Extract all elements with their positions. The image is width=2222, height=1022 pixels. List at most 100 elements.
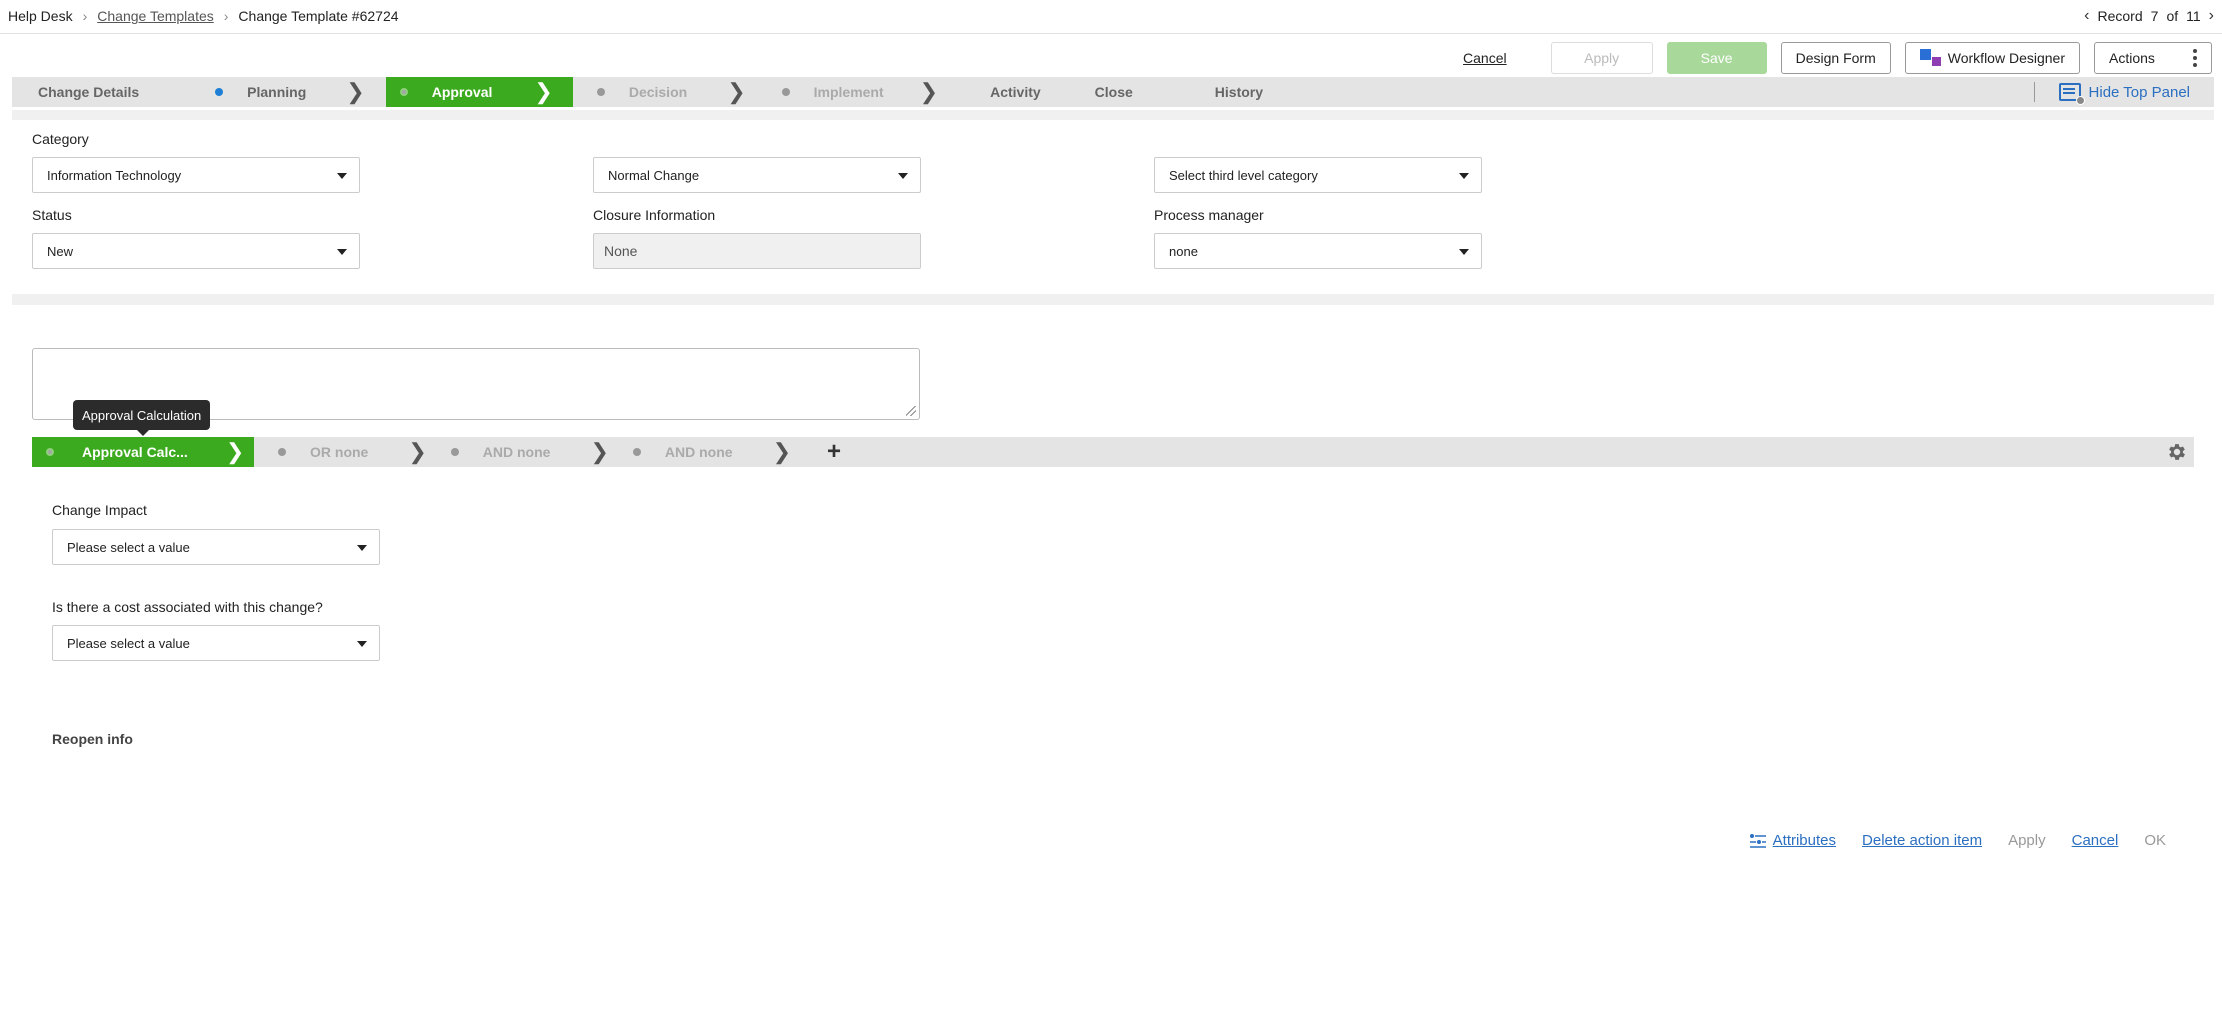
footer-ok-button[interactable]: OK <box>2144 832 2166 849</box>
chevron-right-icon: ❯ <box>346 79 365 104</box>
save-button[interactable]: Save <box>1666 42 1767 74</box>
breadcrumb: Help Desk › Change Templates › Change Te… <box>8 8 399 24</box>
tab-close[interactable]: Close <box>1041 77 1133 107</box>
previous-record-icon[interactable]: ‹ <box>2084 7 2089 25</box>
resize-grip-icon[interactable] <box>906 406 916 416</box>
hide-top-panel-button[interactable]: Hide Top Panel <box>2033 77 2190 107</box>
process-manager-select[interactable]: none <box>1154 233 1482 269</box>
status-dot-icon <box>215 88 224 96</box>
sub-stage-and-none-2[interactable]: AND none ❯ <box>609 437 791 467</box>
design-form-button[interactable]: Design Form <box>1780 42 1891 74</box>
workflow-icon <box>1919 49 1942 67</box>
actions-label: Actions <box>2109 50 2155 66</box>
process-manager-value: none <box>1169 243 1198 259</box>
change-impact-select[interactable]: Please select a value <box>52 529 380 565</box>
status-dot-icon <box>632 448 641 456</box>
section-divider <box>12 294 2214 305</box>
cost-question-label: Is there a cost associated with this cha… <box>52 599 323 615</box>
tab-approval[interactable]: Approval ❯ <box>385 77 573 107</box>
closure-information-field: None <box>593 233 921 269</box>
tab-label: Change Details <box>38 84 140 100</box>
sub-stage-label: AND none <box>664 444 733 460</box>
record-index: 7 <box>2150 8 2159 24</box>
tab-activity[interactable]: Activity <box>938 77 1041 107</box>
stage-tab-strip: Change Details Planning ❯ Approval ❯ Dec… <box>12 77 2214 107</box>
breadcrumb-separator-icon: › <box>82 8 88 24</box>
top-panel-icon <box>2058 83 2085 105</box>
tab-decision[interactable]: Decision ❯ <box>573 77 746 107</box>
cancel-button[interactable]: Cancel <box>1463 42 1537 74</box>
record-of-label: of <box>2166 8 2179 24</box>
caret-down-icon <box>337 173 347 179</box>
record-navigator: ‹ Record 7 of 11 › <box>2084 7 2214 25</box>
tab-change-details[interactable]: Change Details <box>12 77 139 107</box>
status-dot-icon <box>450 448 459 456</box>
chevron-right-icon: ❯ <box>919 79 939 104</box>
approval-stage-strip: Approval Calc... ❯ OR none ❯ AND none ❯ … <box>32 437 2194 467</box>
category-level3-value: Select third level category <box>1169 167 1318 183</box>
breadcrumb-help-desk[interactable]: Help Desk <box>8 8 73 24</box>
sub-stage-or-none[interactable]: OR none ❯ <box>254 437 427 467</box>
tab-label: Activity <box>990 84 1041 100</box>
footer-apply-button[interactable]: Apply <box>2008 832 2046 849</box>
footer-cancel-link[interactable]: Cancel <box>2072 832 2119 849</box>
status-value: New <box>47 243 74 259</box>
divider <box>2033 82 2035 102</box>
sub-stage-approval-calculation[interactable]: Approval Calc... ❯ <box>32 437 254 467</box>
reopen-info-label: Reopen info <box>52 731 133 747</box>
sub-stage-label: OR none <box>310 444 369 460</box>
category-select[interactable]: Information Technology <box>32 157 360 193</box>
apply-button[interactable]: Apply <box>1550 42 1653 74</box>
breadcrumb-current-record: Change Template #62724 <box>238 8 399 24</box>
tab-label: History <box>1214 84 1264 100</box>
category-level2-select[interactable]: Normal Change <box>593 157 921 193</box>
chevron-right-icon: ❯ <box>772 439 791 464</box>
next-record-icon[interactable]: › <box>2209 7 2214 25</box>
action-item-footer: Attributes Delete action item Apply Canc… <box>1749 832 2166 849</box>
chevron-right-icon: ❯ <box>534 79 553 104</box>
status-dot-icon <box>596 88 605 96</box>
top-header: Help Desk › Change Templates › Change Te… <box>0 0 2222 34</box>
gear-icon[interactable] <box>2166 441 2188 463</box>
closure-information-value: None <box>604 243 638 259</box>
add-stage-icon[interactable]: + <box>827 438 841 466</box>
category-value: Information Technology <box>47 167 182 183</box>
chevron-right-icon: ❯ <box>225 439 245 464</box>
attributes-icon <box>1749 834 1766 848</box>
tab-label: Close <box>1094 84 1133 100</box>
delete-action-item-link[interactable]: Delete action item <box>1862 832 1982 849</box>
caret-down-icon <box>357 641 367 647</box>
status-dot-icon <box>399 88 408 96</box>
attributes-label: Attributes <box>1772 832 1837 849</box>
sub-stage-and-none-1[interactable]: AND none ❯ <box>427 437 609 467</box>
category-level2-value: Normal Change <box>608 167 700 183</box>
record-toolbar: Cancel Apply Save Design Form Workflow D… <box>1463 42 2212 74</box>
workflow-designer-button[interactable]: Workflow Designer <box>1904 42 2080 74</box>
category-level3-select[interactable]: Select third level category <box>1154 157 1482 193</box>
record-total: 11 <box>2186 8 2201 24</box>
breadcrumb-change-templates[interactable]: Change Templates <box>97 8 213 24</box>
sub-stage-label: AND none <box>482 444 551 460</box>
category-label: Category <box>32 131 89 147</box>
cost-select[interactable]: Please select a value <box>52 625 380 661</box>
closure-information-label: Closure Information <box>593 207 716 223</box>
change-impact-value: Please select a value <box>67 539 190 555</box>
actions-menu-button[interactable]: Actions <box>2094 42 2212 74</box>
approval-calculation-tooltip: Approval Calculation <box>73 400 211 436</box>
process-manager-label: Process manager <box>1154 207 1264 223</box>
caret-down-icon <box>357 545 367 551</box>
breadcrumb-separator-icon: › <box>223 8 229 24</box>
tab-history[interactable]: History <box>1133 77 1263 107</box>
caret-down-icon <box>337 249 347 255</box>
caret-down-icon <box>1459 173 1469 179</box>
attributes-link[interactable]: Attributes <box>1749 832 1836 849</box>
tab-label: Implement <box>813 84 884 100</box>
caret-down-icon <box>898 173 908 179</box>
hide-top-panel-label: Hide Top Panel <box>2088 83 2190 101</box>
chevron-right-icon: ❯ <box>408 439 427 464</box>
record-label: Record <box>2097 8 2143 24</box>
tab-implement[interactable]: Implement ❯ <box>746 77 938 107</box>
status-select[interactable]: New <box>32 233 360 269</box>
tab-planning[interactable]: Planning ❯ <box>139 77 365 107</box>
status-dot-icon <box>781 88 790 96</box>
